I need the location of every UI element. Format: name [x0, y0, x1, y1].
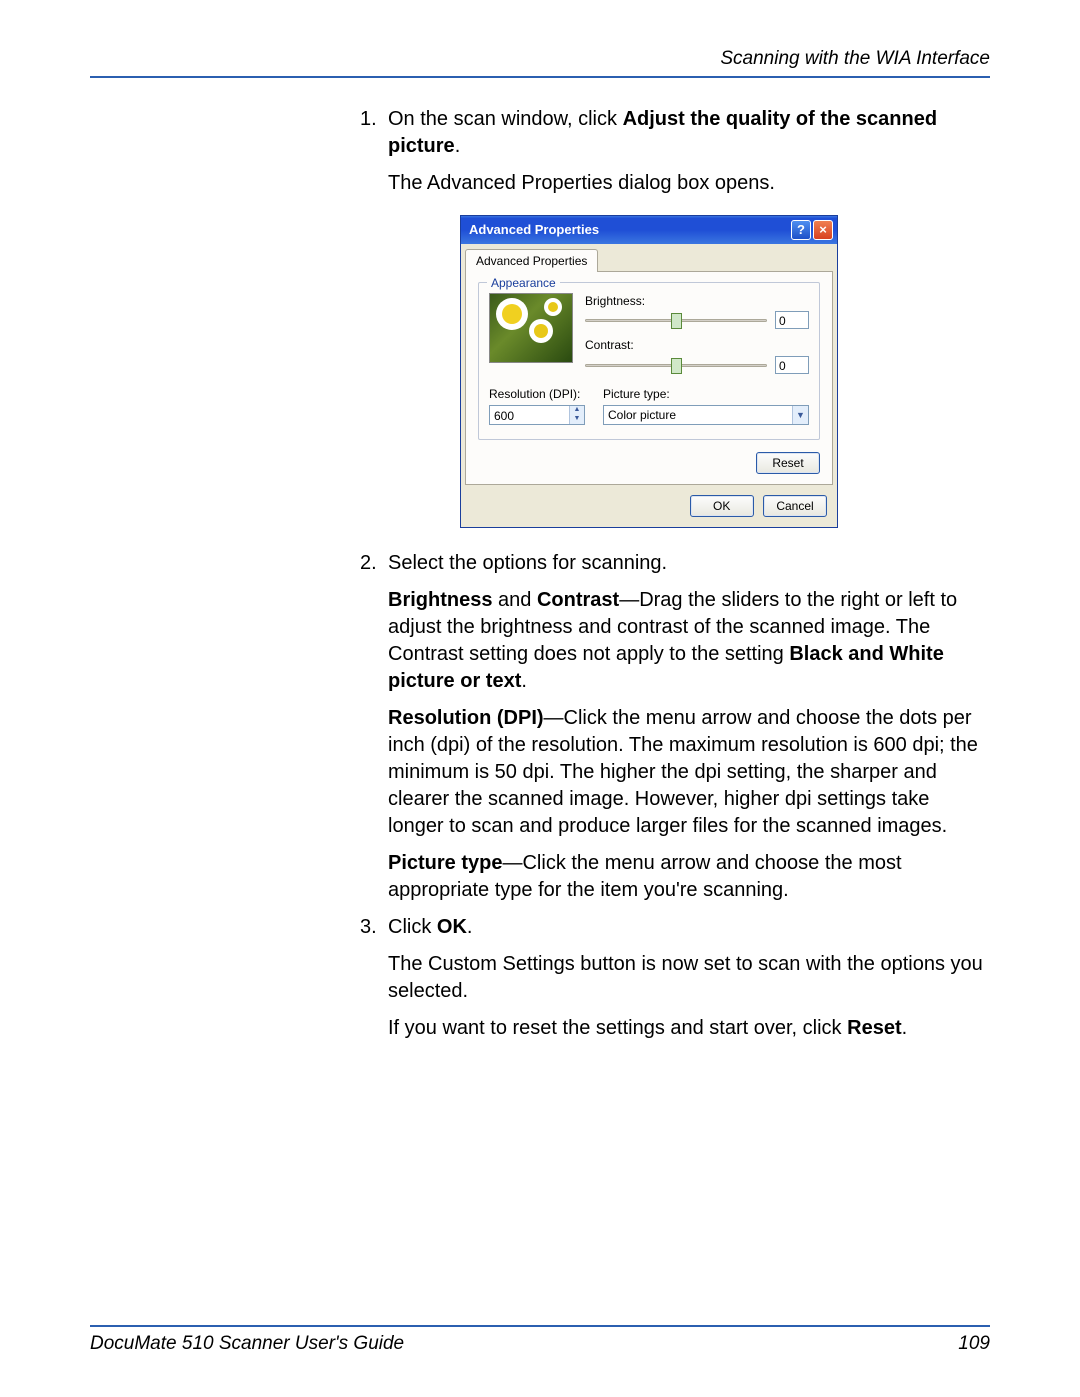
ok-button[interactable]: OK [690, 495, 754, 517]
step-2-text: Select the options for scanning. [388, 550, 990, 577]
step-3-c: . [467, 916, 473, 938]
contrast-term: Contrast [537, 589, 619, 611]
footer-guide-title: DocuMate 510 Scanner User's Guide [90, 1333, 404, 1355]
step-1-result: The Advanced Properties dialog box opens… [388, 170, 990, 197]
step-1-text-c: . [455, 135, 461, 157]
picture-type-value: Color picture [604, 405, 792, 425]
close-icon[interactable]: × [813, 220, 833, 240]
dialog-title: Advanced Properties [469, 221, 599, 239]
appearance-group: Appearance Brightness: 0 [478, 282, 820, 440]
step-1-number: 1. [360, 106, 388, 160]
page-number: 109 [958, 1333, 990, 1355]
contrast-slider[interactable] [585, 358, 767, 372]
picture-type-term: Picture type [388, 852, 502, 874]
picture-type-combo[interactable]: Color picture ▼ [603, 405, 809, 425]
header-rule [90, 76, 990, 78]
step-1-text-a: On the scan window, click [388, 108, 623, 130]
cancel-button[interactable]: Cancel [763, 495, 827, 517]
step-3-number: 3. [360, 914, 388, 941]
step-3-result: The Custom Settings button is now set to… [388, 951, 990, 1005]
reset-term: Reset [847, 1017, 901, 1039]
resolution-spinner[interactable]: 600 ▲ ▼ [489, 405, 585, 425]
preview-thumbnail [489, 293, 573, 363]
resolution-value[interactable]: 600 [490, 406, 569, 424]
help-icon[interactable]: ? [791, 220, 811, 240]
appearance-legend: Appearance [487, 275, 560, 291]
brightness-term: Brightness [388, 589, 492, 611]
footer-rule [90, 1325, 990, 1327]
resolution-term: Resolution (DPI) [388, 707, 544, 729]
section-header: Scanning with the WIA Interface [90, 48, 990, 70]
bc-and: and [492, 589, 536, 611]
resolution-label: Resolution (DPI): [489, 386, 585, 402]
contrast-label: Contrast: [585, 337, 809, 353]
step-3-ok: OK [437, 916, 467, 938]
brightness-slider[interactable] [585, 313, 767, 327]
bc-period: . [521, 670, 527, 692]
reset-button[interactable]: Reset [756, 452, 820, 474]
dialog-titlebar: Advanced Properties ? × [461, 216, 837, 244]
brightness-label: Brightness: [585, 293, 809, 309]
spin-down-icon[interactable]: ▼ [570, 415, 584, 424]
step-2-number: 2. [360, 550, 388, 577]
chevron-down-icon[interactable]: ▼ [792, 406, 808, 424]
brightness-value[interactable]: 0 [775, 311, 809, 329]
advanced-properties-dialog: Advanced Properties ? × Advanced Propert… [460, 215, 838, 528]
spin-up-icon[interactable]: ▲ [570, 406, 584, 415]
reset-c: . [902, 1017, 908, 1039]
picture-type-label: Picture type: [603, 386, 809, 402]
reset-a: If you want to reset the settings and st… [388, 1017, 847, 1039]
step-3-a: Click [388, 916, 437, 938]
tab-advanced-properties[interactable]: Advanced Properties [465, 249, 598, 272]
contrast-value[interactable]: 0 [775, 356, 809, 374]
